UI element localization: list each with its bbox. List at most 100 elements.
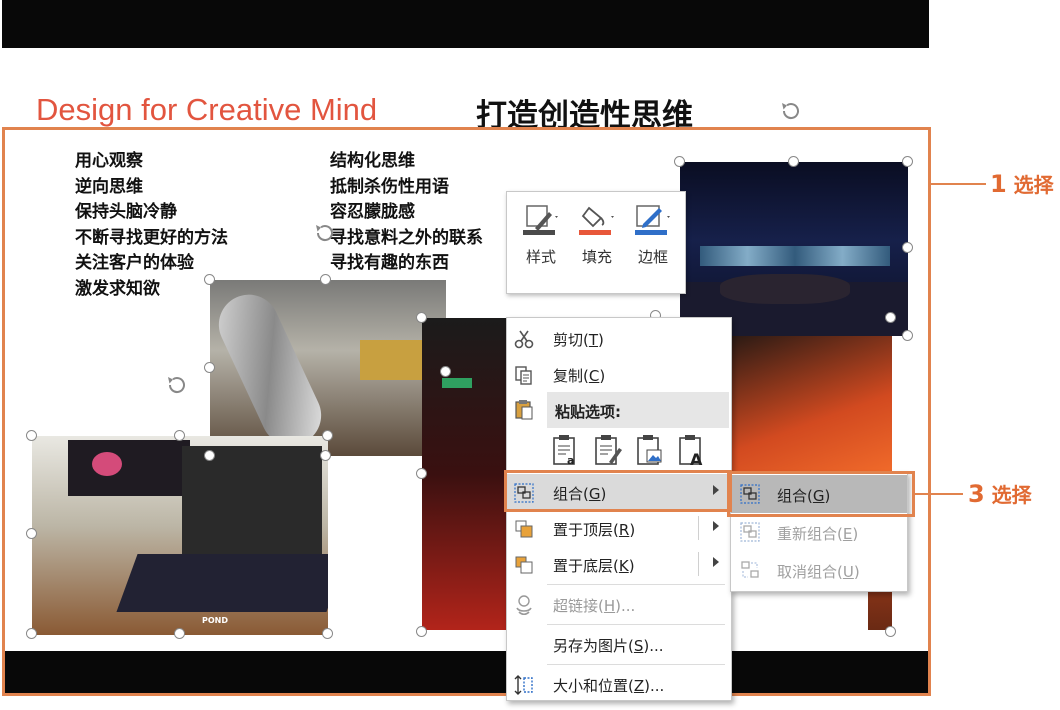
selection-handle[interactable] (416, 468, 427, 479)
menu-divider (698, 552, 699, 576)
menu-item-send-to-back[interactable]: 置于底层(K) (507, 546, 731, 582)
selection-handle[interactable] (885, 312, 896, 323)
selection-handle[interactable] (902, 242, 913, 253)
menu-separator (547, 584, 725, 585)
list-item: 保持头脑冷静 (75, 202, 177, 222)
menu-separator (547, 624, 725, 625)
list-item: 用心观察 (75, 151, 143, 171)
menu-item-paste-options: 粘贴选项: (547, 392, 729, 428)
top-black-bar (2, 0, 929, 48)
selection-handle[interactable] (204, 274, 215, 285)
selection-handle[interactable] (322, 628, 333, 639)
selection-handle[interactable] (26, 628, 37, 639)
regroup-icon (740, 522, 760, 542)
outline-label: 边框 (637, 248, 668, 266)
callout-step-1: 1 选择 (990, 170, 1054, 198)
list-item: 结构化思维 (330, 151, 415, 171)
submenu-item-group[interactable]: 组合(G) (731, 475, 907, 513)
menu-item-save-as-picture[interactable]: 另存为图片(S)... (507, 626, 731, 662)
menu-item-hyperlink[interactable]: 超链接(H)... (507, 586, 731, 622)
selection-handle[interactable] (902, 330, 913, 341)
chevron-right-icon (713, 485, 719, 495)
chevron-right-icon[interactable] (713, 521, 719, 531)
callout-step-3: 3 选择 (968, 480, 1032, 508)
selection-handle[interactable] (902, 156, 913, 167)
mini-toolbar: 样式 填充 边框 (506, 191, 686, 294)
paste-text-only-icon[interactable]: A (677, 434, 707, 466)
fill-bucket-icon (579, 206, 614, 235)
callout-leader-1 (931, 183, 986, 185)
selection-handle[interactable] (416, 312, 427, 323)
menu-item-copy[interactable]: 复制(C) (507, 356, 731, 392)
list-item: 不断寻找更好的方法 (75, 227, 228, 248)
group-icon (514, 483, 534, 503)
rotate-handle-icon[interactable] (314, 222, 336, 244)
photo-cinema-hall[interactable] (680, 162, 908, 336)
fill-label: 填充 (581, 248, 612, 266)
fill-button[interactable]: 填充 (571, 202, 623, 284)
ungroup-icon (741, 561, 759, 578)
submenu-item-ungroup[interactable]: 取消组合(U) (731, 551, 907, 589)
paste-icon (515, 400, 533, 420)
photo-red-wall[interactable] (730, 336, 892, 472)
outline-pen-icon (635, 205, 670, 235)
photo-lobby-screen[interactable]: POND (32, 436, 328, 635)
style-button[interactable]: 样式 (515, 202, 567, 284)
selection-handle[interactable] (320, 450, 331, 461)
group-submenu: 组合(G) 重新组合(E) 取消组合(U) (730, 472, 908, 592)
selection-handle[interactable] (204, 450, 215, 461)
size-position-icon (514, 675, 533, 695)
list-item: 抵制杀伤性用语 (330, 176, 449, 197)
list-item: 逆向思维 (75, 176, 143, 197)
slide-title-chinese: 打造创造性思维 (476, 98, 693, 134)
bottom-black-bar (5, 651, 928, 693)
selection-handle[interactable] (322, 430, 333, 441)
callout-leader-3 (915, 493, 963, 495)
selection-handle[interactable] (320, 274, 331, 285)
photo-caption: POND (202, 616, 228, 625)
paste-options-row: a A (551, 430, 727, 472)
copy-icon (515, 366, 532, 385)
photo-red-corridor[interactable] (422, 318, 508, 630)
submenu-item-regroup[interactable]: 重新组合(E) (731, 513, 907, 551)
list-item: 关注客户的体验 (75, 253, 194, 273)
context-menu: 剪切(T) 复制(C) 粘贴选项: a A 组合(G) 置于顶层(R) 置于底层… (506, 317, 732, 701)
rotate-handle-icon[interactable] (166, 374, 188, 396)
slide-title-english: Design for Creative Mind (36, 92, 378, 127)
list-item: 容忍朦胧感 (330, 202, 415, 222)
menu-item-size-position[interactable]: 大小和位置(Z)... (507, 666, 731, 702)
scissors-icon (514, 330, 534, 349)
selection-handle[interactable] (674, 156, 685, 167)
style-brush-icon (523, 205, 558, 235)
svg-text:a: a (567, 454, 574, 466)
selection-handle[interactable] (26, 430, 37, 441)
selection-handle[interactable] (174, 430, 185, 441)
menu-item-cut[interactable]: 剪切(T) (507, 320, 731, 356)
list-item: 寻找意料之外的联系 (330, 227, 483, 248)
selection-handle[interactable] (440, 366, 451, 377)
group-icon (740, 484, 760, 504)
menu-item-bring-to-front[interactable]: 置于顶层(R) (507, 510, 731, 546)
selection-handle[interactable] (26, 528, 37, 539)
send-to-back-icon (515, 556, 533, 574)
right-text-list[interactable]: 结构化思维 抵制杀伤性用语 容忍朦胧感 寻找意料之外的联系 寻找有趣的东西 (330, 149, 483, 277)
paste-picture-icon[interactable] (635, 434, 665, 466)
menu-item-group[interactable]: 组合(G) (507, 474, 731, 510)
svg-text:A: A (690, 450, 703, 466)
paste-keep-formatting-icon[interactable] (593, 434, 623, 466)
hyperlink-icon (516, 595, 532, 616)
selection-handle[interactable] (204, 362, 215, 373)
list-item: 寻找有趣的东西 (330, 253, 449, 273)
selection-handle[interactable] (174, 628, 185, 639)
style-label: 样式 (525, 248, 556, 266)
selection-handle[interactable] (885, 626, 896, 637)
chevron-right-icon[interactable] (713, 557, 719, 567)
bring-to-front-icon (515, 520, 533, 538)
menu-separator (547, 664, 725, 665)
selection-handle[interactable] (788, 156, 799, 167)
rotate-handle-icon[interactable] (780, 100, 802, 122)
outline-button[interactable]: 边框 (627, 202, 679, 284)
paste-keep-text-icon[interactable]: a (551, 434, 581, 466)
selection-handle[interactable] (416, 626, 427, 637)
menu-divider (698, 516, 699, 540)
